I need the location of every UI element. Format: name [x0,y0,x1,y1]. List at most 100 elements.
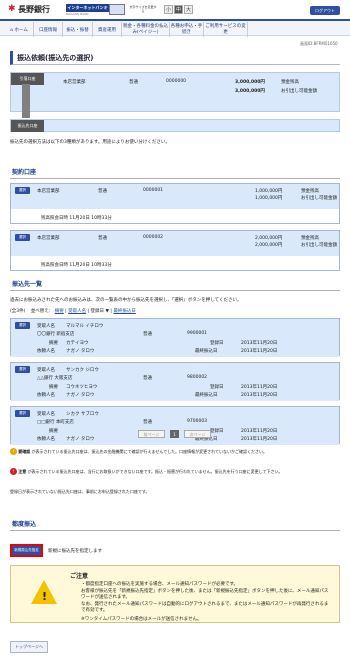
recipient-label: 受取人名 [37,412,55,417]
one-time-transfer-title: 都度振込 [10,519,340,531]
payee-bank: △△銀行 大阪支店 [37,376,73,381]
account-type: 普通 [98,236,107,241]
notice-text: が表示されている振込先口座は、振込先の金融機関にて確認が行えませんでした。口座情… [31,449,267,454]
home-icon: ⌂ [10,28,14,33]
notice-label: 要確認 [18,449,31,454]
nav-transfer[interactable]: 振込・振替 [63,22,93,37]
memo-label: 摘要 [49,385,58,390]
logout-button[interactable]: ログアウト [310,6,340,15]
screen-id: 画面ID:BFRM01650 [300,41,338,46]
recipient-name: マルマル イチロウ [66,324,104,329]
registered-label: 登録日 [210,341,224,346]
requester-label: 依頼人名 [37,349,55,354]
sort-last-transfer-link[interactable]: 最終振込日 [113,309,136,314]
payee-intro: 過去にお振込みされた先へのお振込みは、次の一覧表の中から振込先を選択し、「選択」… [10,298,242,303]
withdrawal-available: 3,000,000円 [235,89,265,94]
font-small-button[interactable]: 小 [164,5,173,14]
sort-memo-link[interactable]: 摘要 [55,309,64,314]
contract-account-card: 選択 本店営業部 普通 0000001 1,000,000円 1,000,000… [10,183,340,224]
select-payee-button[interactable]: 選択 [15,410,30,417]
select-payee-button[interactable]: 選択 [15,366,30,373]
new-payee-button[interactable]: 新規振込先指定 [10,544,43,557]
requester-label: 依頼人名 [37,393,55,398]
withdrawal-balance: 3,000,000円 [235,80,265,85]
payee-summary: 選択 受取人名 シカク サブロウ □□銀行 本町支店 普通 9700003 摘要… [11,407,339,445]
account-branch: 本店営業部 [37,236,60,241]
account-type: 普通 [98,189,107,194]
requester-name: ナガノ タロウ [66,349,95,354]
payee-total: (全3件) [10,309,26,314]
font-large-button[interactable]: 大 [184,5,193,14]
payee-account-type: 普通 [143,332,152,337]
nav-investment[interactable]: 資産運用 [93,22,122,37]
caution-notice: ! 注意 が表示されている振込先口座は、当行にお取扱いができない口座です。振込・… [10,468,340,475]
registered-date: 2013年11月20日 [241,385,278,390]
contract-section-title: 契約口座 [10,167,340,179]
main-navigation: ⌂ ホーム 口座情報 振込・振替 資産運用 税金・各種料金の払込み(ペイジー) … [0,19,350,37]
attention-line: なお、発行されたメール通知パスワードは自動的にログアウトされるまで、またはメール… [81,602,329,613]
select-contract-account-button[interactable]: 選択 [15,187,30,194]
account-balance-caption: 預金残高 [301,236,319,241]
registered-date: 2013年11月20日 [241,429,278,434]
recipient-label: 受取人名 [37,368,55,373]
nav-applications[interactable]: 各種お申込・手続き [170,22,204,37]
nav-payeasy[interactable]: 税金・各種料金の払込み(ペイジー) [122,22,170,37]
recipient-label: 受取人名 [37,324,55,329]
check-required-notice: ! 要確認 が表示されている振込先口座は、振込先の金融機関にて確認が行えませんで… [10,448,340,455]
bank-name: 長野銀行 [18,4,50,14]
contract-account-summary: 選択 本店営業部 普通 0000001 1,000,000円 1,000,000… [11,184,339,209]
account-available: 2,000,000円 [255,243,283,248]
selection-intro: 振込先の選択方法は以下の3種類があります。用途によりお使い分けください。 [10,140,170,145]
registered-label: 登録日 [210,429,224,434]
page-header: ✱ 長野銀行 インターネットバンキング NAGANO BANK 文字サイズを変更… [0,0,350,19]
internet-banking-banner: インターネットバンキング [66,4,109,18]
font-medium-button[interactable]: 中 [174,5,183,14]
internet-banking-subtitle: NAGANO BANK [66,12,89,16]
attention-line: ・都度指定口座への振込を実施する場合、メール通知パスワードが必要です。 [81,582,239,587]
payee-account-number: 9900001 [187,331,208,336]
computer-icon [109,4,125,15]
payee-card: 選択 受取人名 サンカク ジロウ △△銀行 大阪支店 普通 9800002 摘要… [10,362,340,401]
sort-recipient-link[interactable]: 受取人名 [68,309,86,314]
payee-account-type: 普通 [143,420,152,425]
recipient-name: シカク サブロウ [66,412,99,417]
payee-account-number: 9700003 [187,419,208,424]
page-title: 振込依頼(振込先の選択) [10,51,340,65]
nav-home[interactable]: ⌂ ホーム [5,22,34,37]
registered-date-note: 登録日が表示されていない振込先口座は、事前にお申込登録された口座です。 [10,489,150,494]
balance-inquiry-time: 残高照会日時 11月20日 10時33分 [41,263,112,268]
nav-account-info[interactable]: 口座情報 [34,22,63,37]
requester-name: ナガノ タロウ [66,437,95,442]
notice-label: 注意 [18,469,27,474]
next-page-button[interactable]: 次ページ [184,430,211,438]
account-balance-caption: 預金残高 [301,189,319,194]
sort-registered-link[interactable]: 登録日 ▼ [91,309,109,314]
payee-account-type: 普通 [143,376,152,381]
select-payee-button[interactable]: 選択 [15,322,30,329]
account-available-caption: お引出し可能金額 [301,196,337,201]
attention-title: ご注意 [70,573,89,580]
last-transfer-label: 最終振込日 [195,393,218,398]
payee-summary: 選択 受取人名 マルマル イチロウ 〇〇銀行 新宿支店 普通 9900001 摘… [11,319,339,357]
withdrawal-available-caption: お引出し可能金額 [281,89,317,94]
destination-account-panel: 振込先口座 [10,119,340,132]
last-transfer-label: 最終振込日 [195,349,218,354]
attention-panel: ご注意 ・都度指定口座への振込を実施する場合、メール通知パスワードが必要です。 … [10,565,340,623]
payee-bank: □□銀行 本町支店 [37,420,74,425]
bank-logo-icon: ✱ [8,4,16,14]
last-transfer-date: 2013年11月20日 [241,437,278,442]
requester-label: 依頼人名 [37,437,55,442]
payee-memo: カテイヨウ [66,341,89,346]
warning-circle-icon: ! [10,448,17,455]
exclamation-icon: ! [42,590,48,603]
nav-service-change[interactable]: ご利用サービスの変更 [204,22,248,37]
previous-page-button[interactable]: 前ページ [138,430,165,438]
recipient-name: サンカク ジロウ [66,368,99,373]
withdrawal-account-panel: 引落口座 本店営業部 普通 0000000 3,000,000円 3,000,0… [10,72,340,112]
last-transfer-date: 2013年11月20日 [241,349,278,354]
select-contract-account-button[interactable]: 選択 [15,234,30,241]
destination-account-label: 振込先口座 [11,120,44,132]
payee-account-number: 9800002 [187,375,208,380]
top-page-button[interactable]: トップページへ [10,641,48,653]
account-available: 1,000,000円 [255,196,283,201]
